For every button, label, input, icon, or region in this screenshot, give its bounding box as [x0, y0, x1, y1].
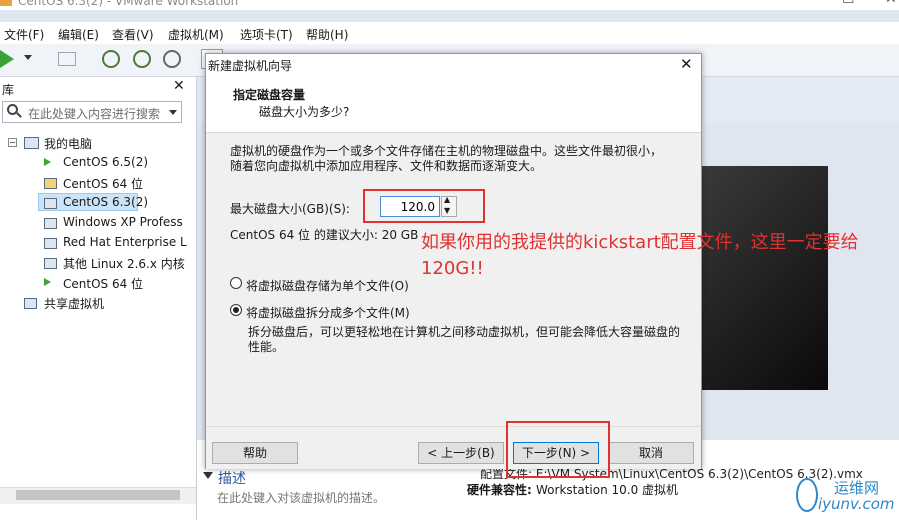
library-search-placeholder: 在此处键入内容进行搜索: [28, 107, 161, 121]
computer-icon: [24, 137, 39, 149]
menu-view[interactable]: 查看(V): [112, 26, 154, 43]
single-file-label[interactable]: 将虚拟磁盘存储为单个文件(O): [246, 277, 409, 294]
dialog-heading: 指定磁盘容量: [233, 88, 306, 102]
single-file-radio[interactable]: [230, 277, 242, 289]
vm-running-icon: [44, 158, 51, 166]
close-window-icon[interactable]: ✕: [885, 0, 897, 7]
tree-item-shared-vms[interactable]: 共享虚拟机: [44, 295, 104, 312]
radio-selected-dot: [233, 307, 239, 313]
expand-description-icon[interactable]: [203, 472, 213, 479]
vmware-app-icon: [0, 0, 12, 6]
tree-item-my-computer[interactable]: 我的电脑: [44, 135, 92, 152]
snapshot-icon[interactable]: [102, 50, 120, 68]
tree-item-vm[interactable]: CentOS 64 位: [63, 175, 143, 192]
vm-icon: [44, 238, 57, 249]
send-ctrl-alt-del-icon[interactable]: [58, 52, 76, 66]
snapshot-manager-icon[interactable]: [163, 50, 181, 68]
vm-locked-icon: [44, 178, 57, 189]
max-disk-size-label: 最大磁盘大小(GB)(S):: [230, 202, 350, 216]
hardware-compat-label: 硬件兼容性:: [467, 483, 532, 497]
watermark-logo-icon: [796, 478, 818, 512]
vm-icon: [44, 258, 57, 269]
annotation-box-disk-size: [363, 189, 485, 223]
tree-item-vm[interactable]: Windows XP Profess: [63, 215, 183, 229]
description-title[interactable]: 描述: [218, 468, 246, 488]
cancel-button[interactable]: 取消: [608, 442, 694, 464]
dialog-close-icon[interactable]: ✕: [680, 55, 693, 73]
tree-item-vm[interactable]: CentOS 6.5(2): [63, 155, 148, 169]
dialog-subheading: 磁盘大小为多少?: [259, 105, 350, 119]
revert-snapshot-icon[interactable]: [133, 50, 151, 68]
minimize-icon[interactable]: —: [795, 0, 809, 7]
power-dropdown-icon[interactable]: [24, 55, 32, 60]
tree-collapse-icon[interactable]: −: [8, 138, 17, 147]
library-title: 库: [2, 83, 15, 97]
menu-vm[interactable]: 虚拟机(M): [168, 26, 224, 43]
dialog-description: 虚拟机的硬盘作为一个或多个文件存储在主机的物理磁盘中。这些文件最初很小，随着您向…: [230, 144, 663, 173]
hardware-compat-value: Workstation 10.0 虚拟机: [536, 483, 679, 497]
split-files-description: 拆分磁盘后，可以更轻松地在计算机之间移动虚拟机，但可能会降低大容量磁盘的性能。: [248, 325, 681, 354]
vm-icon: [44, 198, 57, 209]
description-hint[interactable]: 在此处键入对该虚拟机的描述。: [217, 489, 385, 506]
back-button[interactable]: < 上一步(B): [418, 442, 504, 464]
library-close-icon[interactable]: ✕: [173, 78, 185, 94]
maximize-icon[interactable]: ☐: [842, 0, 855, 7]
tree-item-vm[interactable]: CentOS 64 位: [63, 275, 143, 292]
tree-item-vm[interactable]: 其他 Linux 2.6.x 内核: [63, 255, 185, 272]
window-title: CentOS 6.3(2) - VMware Workstation: [18, 0, 239, 8]
watermark-bottom: iyunv.com: [818, 495, 895, 513]
menu-help[interactable]: 帮助(H): [306, 26, 348, 43]
menu-edit[interactable]: 编辑(E): [58, 26, 99, 43]
tree-item-vm[interactable]: Red Hat Enterprise L: [63, 235, 187, 249]
vm-running-icon: [44, 278, 51, 286]
tree-item-vm-selected[interactable]: CentOS 6.3(2): [63, 195, 148, 209]
search-dropdown-icon[interactable]: [169, 110, 177, 115]
menu-tabs[interactable]: 选项卡(T): [240, 26, 293, 43]
vm-icon: [44, 218, 57, 229]
scrollbar-thumb[interactable]: [16, 490, 180, 500]
help-button[interactable]: 帮助: [212, 442, 298, 464]
power-on-icon[interactable]: [0, 50, 14, 68]
dialog-title: 新建虚拟机向导: [208, 59, 293, 73]
recommended-size-text: CentOS 64 位 的建议大小: 20 GB: [230, 228, 419, 242]
shared-vm-icon: [24, 298, 37, 309]
annotation-box-next: [506, 421, 610, 478]
annotation-text: 如果你用的我提供的kickstart配置文件，这里一定要给120G!!: [421, 232, 859, 279]
split-files-label[interactable]: 将虚拟磁盘拆分成多个文件(M): [246, 304, 410, 321]
menu-file[interactable]: 文件(F): [4, 26, 44, 43]
